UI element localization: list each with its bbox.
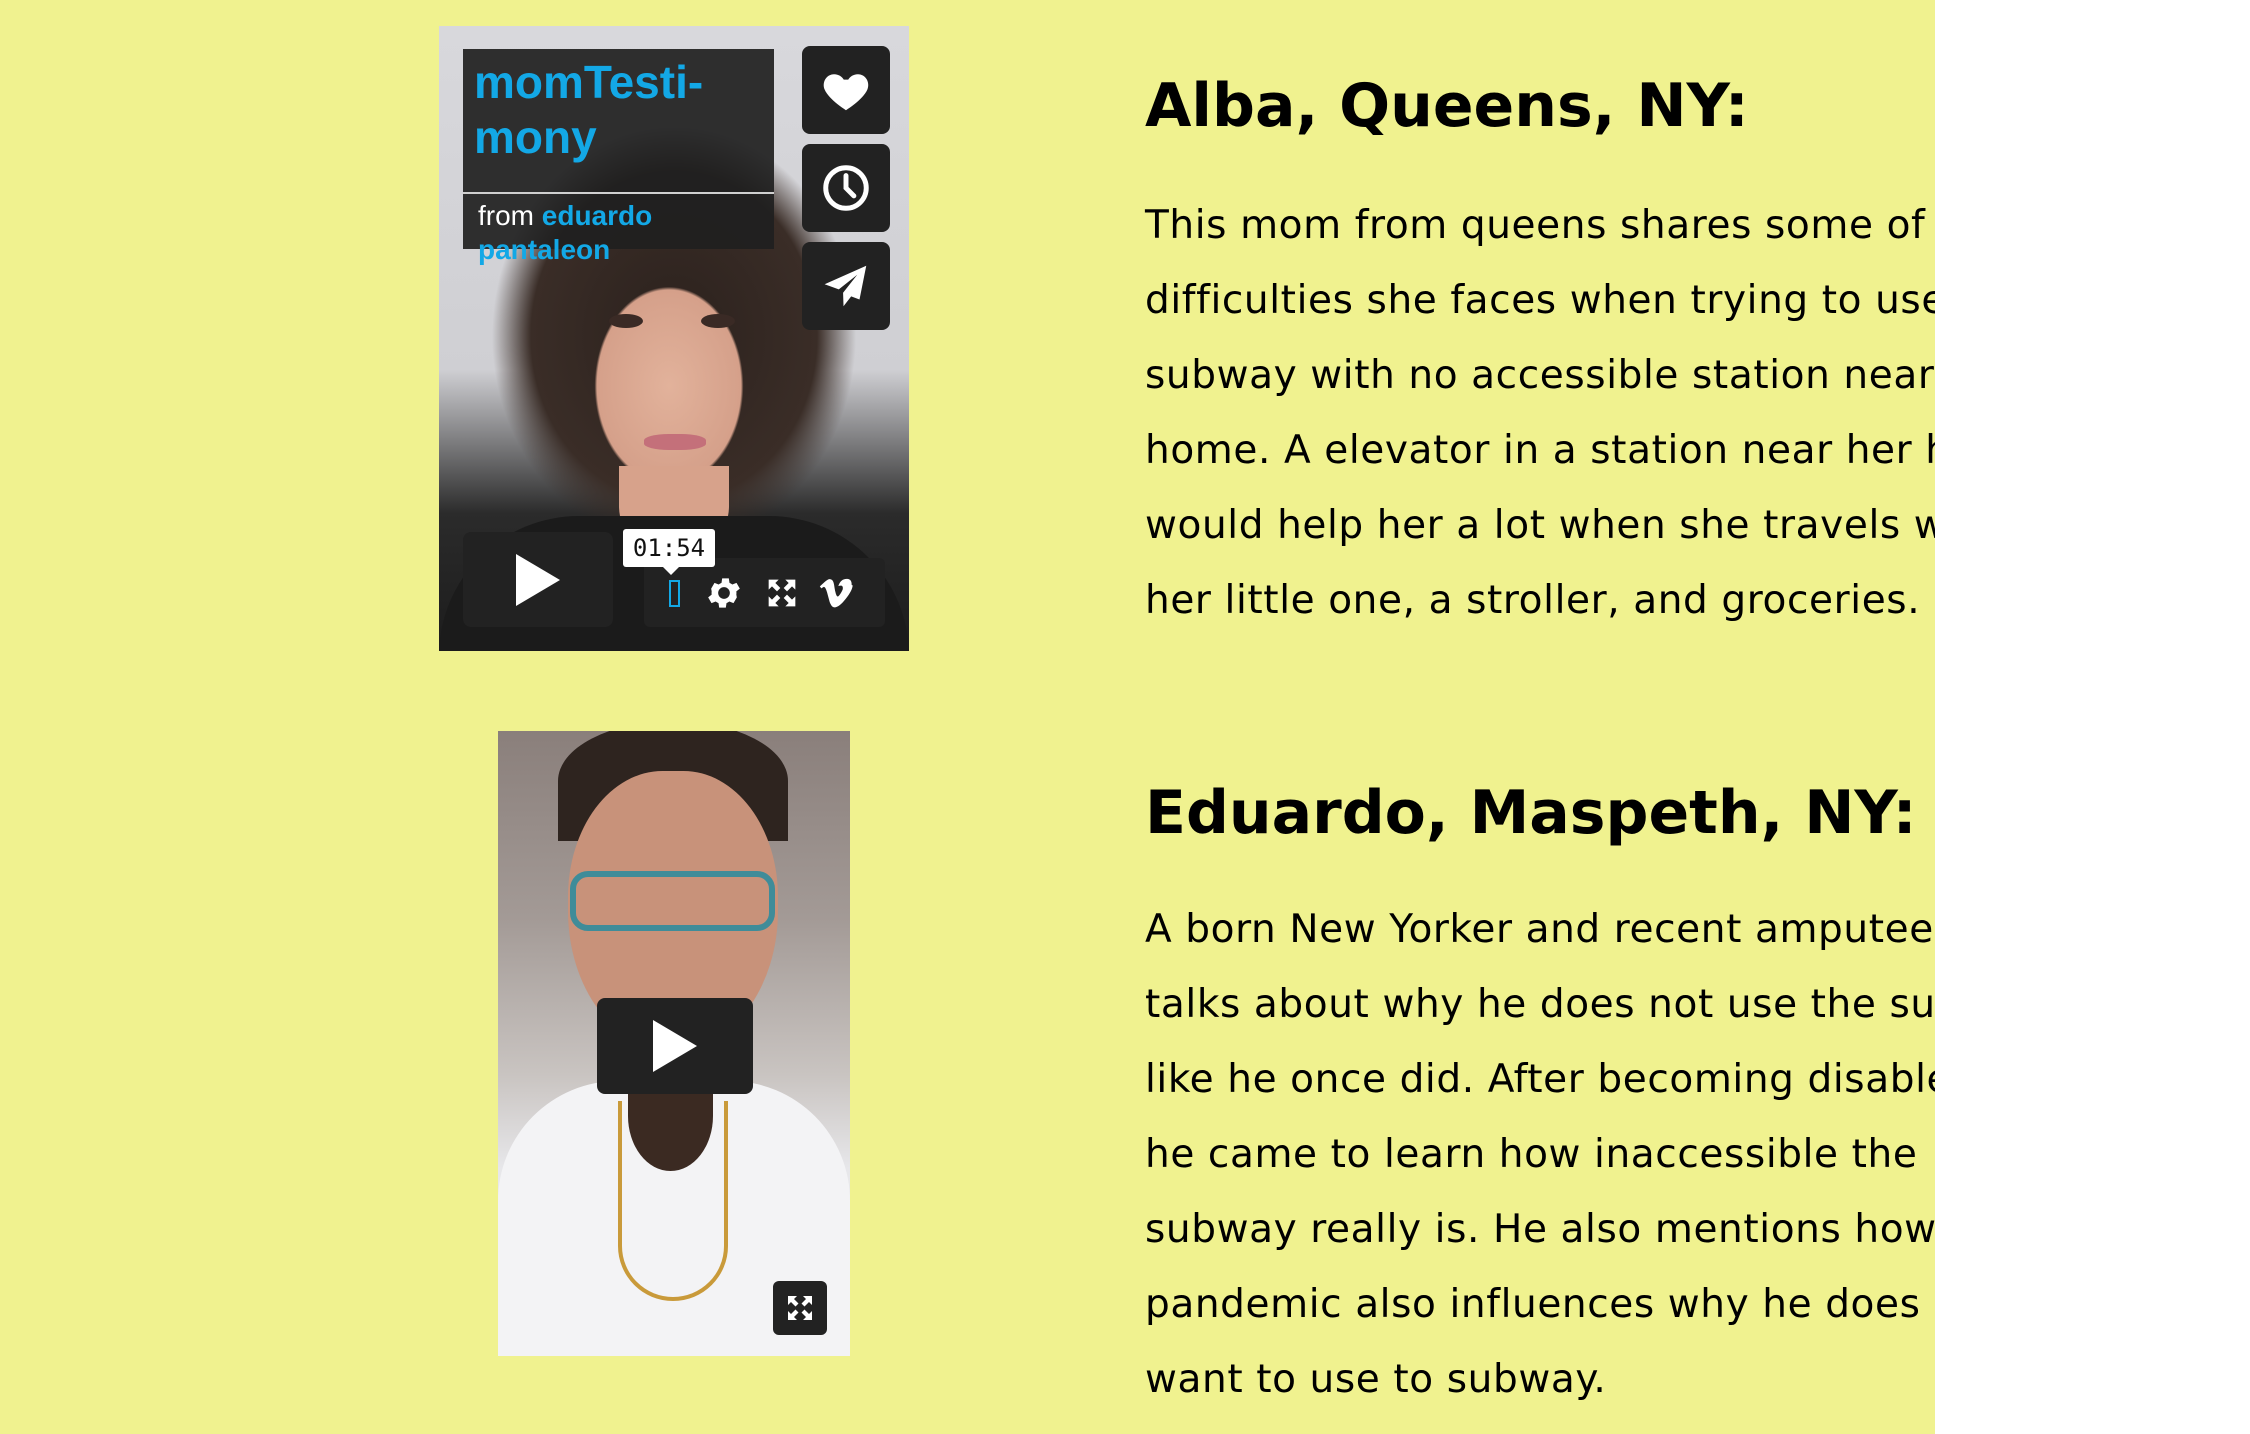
paper-plane-icon <box>824 265 867 307</box>
description-line: like he once did. After becoming disable… <box>1145 1057 1935 1102</box>
video-player-eduardo[interactable] <box>498 731 850 1356</box>
thumbnail-eye <box>701 314 735 328</box>
description-line: subway with no accessible station near h… <box>1145 353 1935 398</box>
description-line: A born New Yorker and recent amputee <box>1145 907 1934 952</box>
settings-gear-icon <box>708 578 740 608</box>
thumbnail-eye <box>609 314 643 328</box>
testimonial-heading: Eduardo, Maspeth, NY: <box>1145 778 1917 848</box>
play-button[interactable] <box>597 998 753 1094</box>
page-content: momTesti-mony from eduardo pantaleon 01:… <box>0 0 1935 1434</box>
description-line: pandemic also influences why he does not <box>1145 1282 1935 1327</box>
description-line: talks about why he does not use the subw… <box>1145 982 1935 1027</box>
video-byline: from eduardo pantaleon <box>478 199 768 267</box>
testimonial-description: This mom from queens shares some of the … <box>1145 188 1935 638</box>
watch-later-button[interactable] <box>802 144 890 232</box>
testimonial-description: A born New Yorker and recent amputee tal… <box>1145 892 1935 1417</box>
clock-icon <box>823 165 869 211</box>
title-divider <box>463 192 774 194</box>
fullscreen-button[interactable] <box>762 573 802 613</box>
thumbnail-mouth <box>644 434 706 450</box>
video-title[interactable]: momTesti-mony <box>474 55 769 165</box>
description-line: This mom from queens shares some of the <box>1145 203 1935 248</box>
description-line: home. A elevator in a station near her h… <box>1145 428 1935 473</box>
fullscreen-icon <box>788 1296 812 1320</box>
share-button[interactable] <box>802 242 890 330</box>
vimeo-logo-icon <box>819 578 853 608</box>
player-control-bar <box>644 558 885 627</box>
description-line: want to use to subway. <box>1145 1357 1607 1402</box>
play-icon <box>516 553 560 606</box>
heart-icon <box>823 74 869 111</box>
description-line: difficulties she faces when trying to us… <box>1145 278 1935 323</box>
video-title-overlay: momTesti-mony from eduardo pantaleon <box>463 49 774 265</box>
description-line: her little one, a stroller, and grocerie… <box>1145 578 1921 623</box>
description-line: subway really is. He also mentions how t… <box>1145 1207 1935 1252</box>
description-line: would help her a lot when she travels wi… <box>1145 503 1935 548</box>
testimonial-heading: Alba, Queens, NY: <box>1145 71 1749 141</box>
play-icon <box>653 1020 697 1072</box>
fullscreen-icon <box>768 579 796 607</box>
byline-prefix: from <box>478 200 534 231</box>
timestamp-tooltip: 01:54 <box>623 529 715 575</box>
thumbnail-glasses <box>570 871 775 931</box>
video-player-alba[interactable]: momTesti-mony from eduardo pantaleon 01:… <box>439 26 909 651</box>
like-button[interactable] <box>802 46 890 134</box>
fullscreen-button[interactable] <box>773 1281 827 1335</box>
play-button[interactable] <box>463 532 613 627</box>
thumbnail-chain <box>618 1101 728 1301</box>
vimeo-link[interactable] <box>816 573 856 613</box>
progress-bar[interactable] <box>669 580 680 607</box>
description-line: he came to learn how inaccessible the <box>1145 1132 1918 1177</box>
settings-button[interactable] <box>704 573 744 613</box>
